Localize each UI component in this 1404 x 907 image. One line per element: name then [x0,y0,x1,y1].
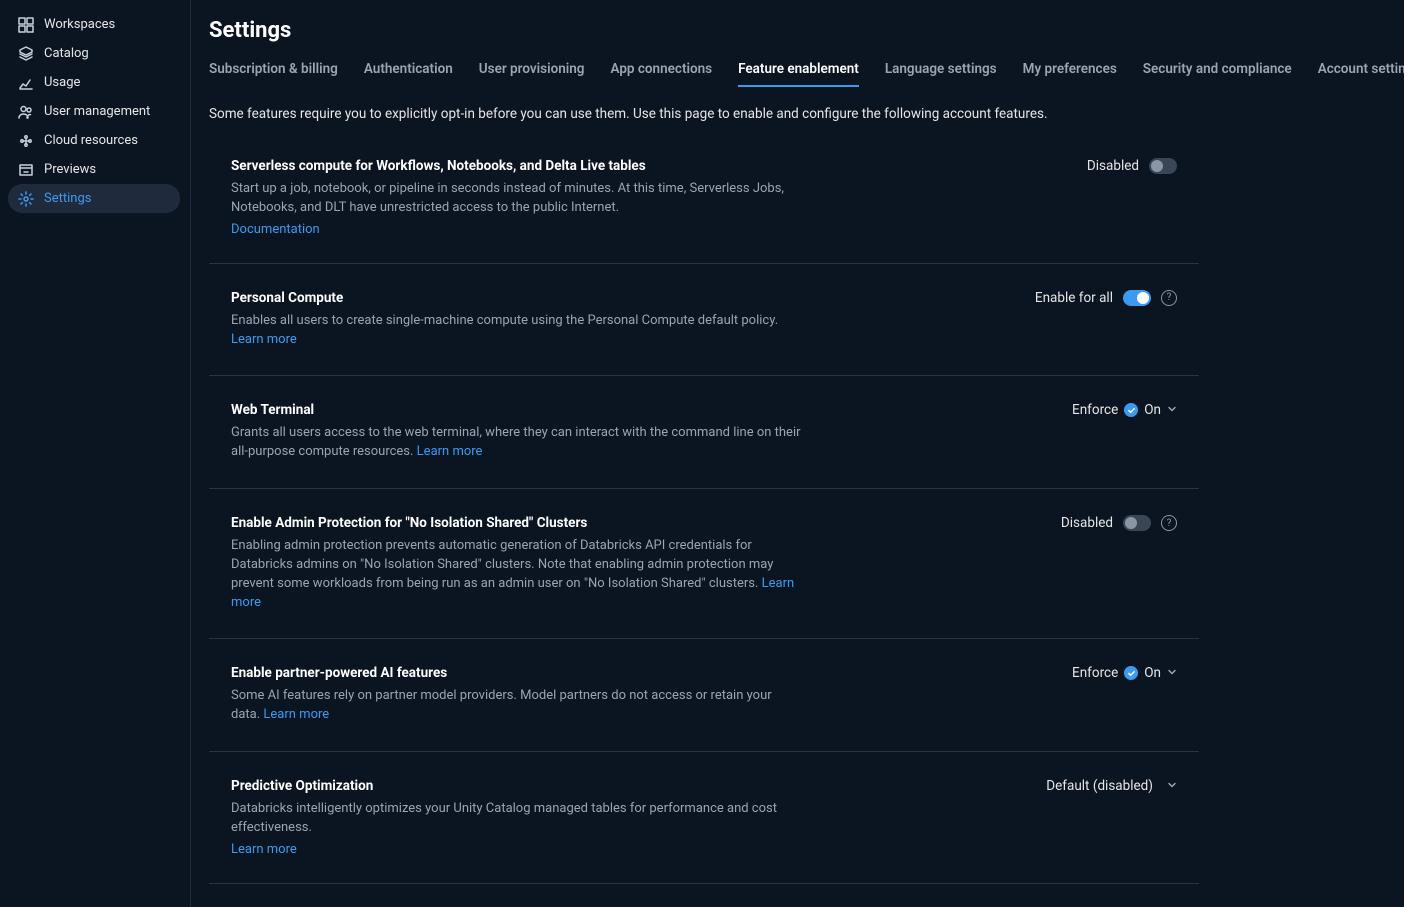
learn-more-link[interactable]: Learn more [417,444,483,459]
users-icon [18,104,34,120]
toggle-switch[interactable] [1123,290,1151,306]
sidebar-item-previews[interactable]: Previews [0,155,190,184]
workspaces-icon [18,17,34,33]
settings-icon [18,191,34,207]
sidebar-item-user-management[interactable]: User management [0,97,190,126]
setting-control: Disabled? [1061,515,1177,612]
sidebar-item-settings[interactable]: Settings [8,184,180,213]
tab-app-connections[interactable]: App connections [610,57,712,87]
sidebar-item-workspaces[interactable]: Workspaces [0,10,190,39]
learn-more-link[interactable]: Learn more [231,576,794,610]
sidebar-item-label: Previews [44,162,96,177]
tab-my-preferences[interactable]: My preferences [1023,57,1117,87]
chevron-down-icon [1167,404,1177,417]
setting-row: Enable Admin Protection for "No Isolatio… [209,489,1199,639]
setting-desc: Some AI features rely on partner model p… [231,687,801,725]
sidebar-item-label: Usage [44,75,80,90]
setting-row: Marketplace Private Exchange ProviderEna… [209,884,1199,907]
setting-row: Predictive Optimization Databricks intell… [209,752,1199,884]
setting-row: Web Terminal Grants all users access to t… [209,376,1199,489]
sidebar-item-label: Workspaces [44,17,115,32]
setting-desc: Grants all users access to the web termi… [231,424,801,462]
help-icon[interactable]: ? [1161,290,1177,306]
doc-link[interactable]: Documentation [231,222,320,237]
usage-icon [18,75,34,91]
setting-title: Predictive Optimization [231,778,801,794]
setting-control: Enable for all? [1035,290,1177,350]
sidebar-item-label: Cloud resources [44,133,138,148]
setting-left: Enable partner-powered AI features Some A… [231,665,801,725]
sidebar-item-label: Settings [44,191,91,206]
setting-left: Personal Compute Enables all users to cre… [231,290,801,350]
sidebar-item-label: User management [44,104,150,119]
setting-row: Serverless compute for Workflows, Notebo… [209,128,1199,264]
tab-feature-enablement[interactable]: Feature enablement [738,57,859,87]
learn-more-link[interactable]: Learn more [263,707,329,722]
sidebar-item-label: Catalog [44,46,89,61]
setting-control: Enforce On [1072,402,1177,462]
sidebar-item-catalog[interactable]: Catalog [0,39,190,68]
catalog-icon [18,46,34,62]
page-title: Settings [209,18,1394,57]
learn-more-link[interactable]: Learn more [231,842,297,857]
settings-list: Serverless compute for Workflows, Notebo… [209,128,1199,907]
enforce-value: On [1144,665,1161,681]
learn-more-link[interactable]: Learn more [231,332,297,347]
sidebar: Workspaces Catalog Usage User management Clo… [0,0,190,907]
enforce-value: On [1144,402,1161,418]
cloud-icon [18,133,34,149]
setting-title: Enable Admin Protection for "No Isolatio… [231,515,801,531]
help-icon[interactable]: ? [1161,515,1177,531]
setting-desc: Start up a job, notebook, or pipeline in… [231,180,801,218]
toggle-label: Enable for all [1035,290,1113,306]
tab-subscription-billing[interactable]: Subscription & billing [209,57,338,87]
setting-desc: Enables all users to create single-machi… [231,312,801,350]
setting-desc: Databricks intelligently optimizes your … [231,800,801,838]
tab-account-settings[interactable]: Account settings [1318,57,1404,87]
setting-control: Disabled [1087,158,1177,237]
toggle-switch[interactable] [1123,515,1151,531]
toggle-switch[interactable] [1149,158,1177,174]
setting-control: Default (disabled) [1046,778,1177,857]
previews-icon [18,162,34,178]
link-row: Documentation [231,222,801,237]
main-content: Settings Subscription & billing Authentic… [190,0,1404,907]
check-icon [1124,666,1138,680]
setting-row: Enable partner-powered AI features Some A… [209,639,1199,752]
sidebar-item-usage[interactable]: Usage [0,68,190,97]
enforce-label: Enforce [1072,665,1118,681]
tab-security-and-compliance[interactable]: Security and compliance [1143,57,1292,87]
setting-left: Enable Admin Protection for "No Isolatio… [231,515,801,612]
toggle-label: Disabled [1061,515,1113,531]
intro-text: Some features require you to explicitly … [209,106,1394,122]
sidebar-item-cloud-resources[interactable]: Cloud resources [0,126,190,155]
setting-left: Web Terminal Grants all users access to t… [231,402,801,462]
chevron-down-icon [1167,778,1177,794]
setting-title: Web Terminal [231,402,801,418]
tabs: Subscription & billing Authentication User… [209,57,1394,88]
tab-authentication[interactable]: Authentication [364,57,453,87]
enforce-dropdown[interactable]: Enforce On [1072,402,1177,418]
dropdown[interactable]: Default (disabled) [1046,778,1177,794]
setting-title: Serverless compute for Workflows, Notebo… [231,158,801,174]
chevron-down-icon [1167,667,1177,680]
toggle-label: Disabled [1087,158,1139,174]
enforce-dropdown[interactable]: Enforce On [1072,665,1177,681]
setting-left: Predictive Optimization Databricks intell… [231,778,801,857]
setting-left: Serverless compute for Workflows, Notebo… [231,158,801,237]
tab-language-settings[interactable]: Language settings [885,57,997,87]
setting-desc: Enabling admin protection prevents autom… [231,537,801,612]
check-icon [1124,403,1138,417]
tab-user-provisioning[interactable]: User provisioning [479,57,585,87]
enforce-label: Enforce [1072,402,1118,418]
setting-title: Enable partner-powered AI features [231,665,801,681]
setting-row: Personal Compute Enables all users to cre… [209,264,1199,377]
setting-control: Enforce On [1072,665,1177,725]
setting-title: Personal Compute [231,290,801,306]
dropdown-value: Default (disabled) [1046,778,1153,794]
